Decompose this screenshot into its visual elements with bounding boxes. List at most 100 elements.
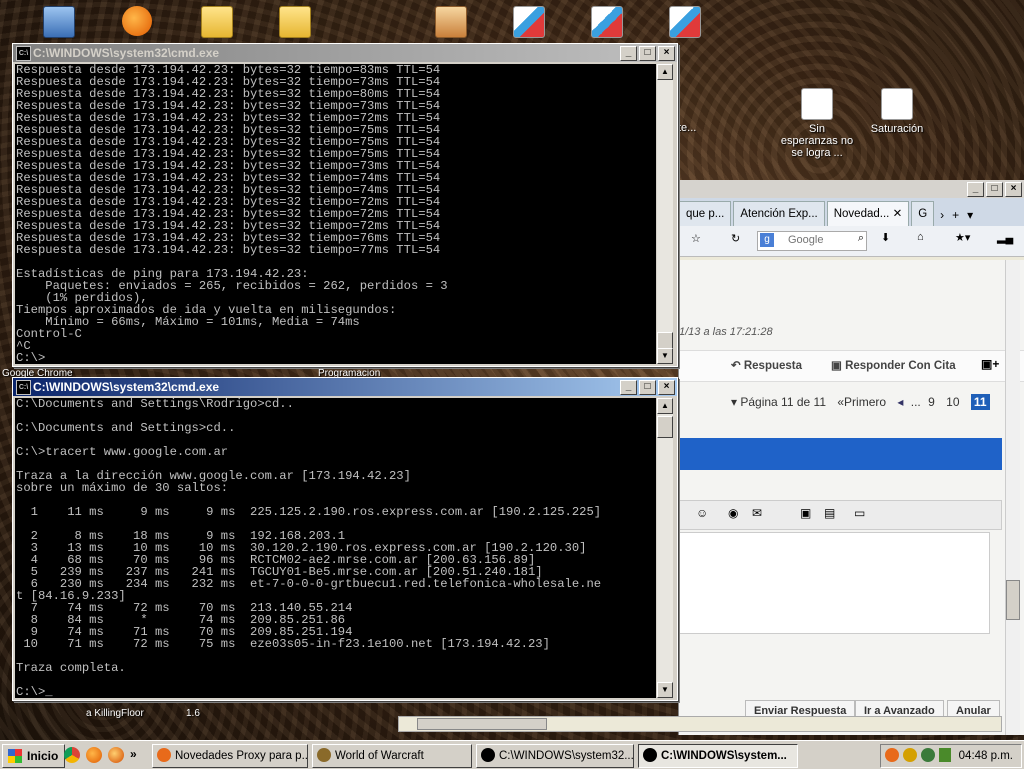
desktop-icon-pc[interactable]	[22, 6, 96, 41]
taskbar: Inicio » Novedades Proxy para p... World …	[0, 740, 1024, 769]
start-button[interactable]: Inicio	[2, 744, 66, 768]
multi-quote-icon[interactable]: ▣+	[981, 357, 999, 371]
cmd-window-tracert-scrollbar[interactable]: ▲ ▼	[657, 398, 673, 698]
taskbar-button[interactable]: Novedades Proxy para p...	[152, 744, 308, 768]
bookmarks-menu-icon[interactable]: ★▾	[955, 231, 970, 244]
reply-label: Respuesta	[743, 360, 803, 372]
firefox-alt-icon[interactable]	[108, 747, 124, 763]
reply-button[interactable]: ↶ Respuesta	[731, 358, 802, 372]
taskbar-button[interactable]: C:\WINDOWS\system32...	[476, 744, 634, 768]
desktop-icon-doc-color[interactable]	[648, 6, 722, 41]
close-button[interactable]: ×	[658, 380, 675, 395]
scroll-up-arrow-icon[interactable]: ▲	[657, 398, 673, 414]
globe-icon[interactable]: ◉	[728, 506, 738, 520]
search-box[interactable]: g ⌕	[757, 231, 867, 251]
tray-icon-4[interactable]	[939, 748, 951, 762]
desktop-icon-doc[interactable]: Saturación	[860, 88, 934, 135]
console-line: Control-C	[16, 327, 82, 341]
minimize-button[interactable]: _	[620, 46, 637, 61]
tab-scroll-right-icon[interactable]: ›	[936, 208, 948, 226]
browser-hscroll-thumb[interactable]	[417, 718, 547, 730]
browser-vertical-scrollbar[interactable]	[1005, 260, 1020, 735]
console-output-ping[interactable]: Respuesta desde 173.194.42.23: bytes=32 …	[15, 64, 656, 364]
tray-icon-2[interactable]	[903, 748, 917, 762]
scroll-up-arrow-icon[interactable]: ▲	[657, 64, 673, 80]
console-output-tracert[interactable]: C:\Documents and Settings\Rodrigo>cd.. C…	[15, 398, 656, 698]
prev-page-icon[interactable]: ◂	[897, 395, 903, 409]
console-line: C:\>_	[16, 685, 53, 698]
desktop-icon-doc-color[interactable]	[570, 6, 644, 41]
tab-list-chevron-down-icon[interactable]: ▾	[963, 208, 977, 226]
smiley-icon[interactable]: ☺	[696, 506, 708, 520]
close-button[interactable]: ×	[658, 46, 675, 61]
quote-icon: ▣	[831, 360, 846, 372]
search-icon[interactable]: ⌕	[858, 232, 864, 245]
desktop-icon-folder[interactable]	[180, 6, 254, 41]
doc-color-icon	[591, 6, 623, 38]
image-icon[interactable]: ▣	[800, 506, 811, 520]
console-line: Traza completa.	[16, 661, 126, 675]
tab-3-active[interactable]: Novedad... ✕	[826, 201, 910, 226]
first-page-link[interactable]: «Primero	[837, 395, 886, 409]
maximize-button[interactable]: □	[639, 46, 656, 61]
home-icon[interactable]: ⌂	[917, 231, 924, 243]
tray-icon-1[interactable]	[885, 748, 899, 762]
cmd-window-ping-title: C:\WINDOWS\system32\cmd.exe	[33, 46, 220, 60]
search-input[interactable]	[786, 233, 850, 247]
cmd-window-tracert-titlebar[interactable]: C:\ C:\WINDOWS\system32\cmd.exe _ □ ×	[13, 378, 677, 396]
scroll-down-arrow-icon[interactable]: ▼	[657, 348, 673, 364]
minimize-button[interactable]: _	[620, 380, 637, 395]
reply-textarea[interactable]	[679, 532, 990, 634]
scroll-down-arrow-icon[interactable]: ▼	[657, 682, 673, 698]
console-icon: C:\	[16, 380, 31, 395]
cmd-window-ping-scrollbar[interactable]: ▲ ▼	[657, 64, 673, 364]
maximize-button[interactable]: □	[639, 380, 656, 395]
tab-2[interactable]: Atención Exp...	[733, 201, 825, 226]
browser-tabs: que p... Atención Exp... Novedad... ✕ G …	[679, 198, 1024, 226]
comment-icon[interactable]: ▭	[854, 506, 865, 520]
maximize-button[interactable]: □	[986, 182, 1003, 197]
media-icon[interactable]: ▤	[824, 506, 835, 520]
taskbar-button[interactable]: World of Warcraft	[312, 744, 472, 768]
doc-icon	[881, 88, 913, 120]
cmd-window-tracert[interactable]: C:\ C:\WINDOWS\system32\cmd.exe _ □ × C:…	[12, 377, 678, 701]
clock[interactable]: 04:48 p.m.	[959, 745, 1013, 767]
page-link-10[interactable]: 10	[946, 395, 959, 409]
close-button[interactable]: ×	[1005, 182, 1022, 197]
firefox-icon[interactable]	[86, 747, 102, 763]
page-link-11-current[interactable]: 11	[970, 394, 990, 410]
first-page-label: Primero	[844, 395, 887, 409]
page-link-9[interactable]: 9	[928, 395, 935, 409]
quote-button[interactable]: ▣ Responder Con Cita	[831, 358, 956, 372]
download-icon[interactable]: ⬇	[881, 231, 890, 244]
browser-scrollbar-thumb[interactable]	[1006, 580, 1020, 620]
console-line: sobre un máximo de 30 saltos:	[16, 481, 229, 495]
console-line: ^C	[16, 339, 31, 353]
folder-icon	[201, 6, 233, 38]
page-dropdown[interactable]: ▾ Página 11 de 11	[731, 395, 826, 409]
cmd-window-ping-buttons: _ □ ×	[620, 46, 675, 61]
desktop-icon-doc-color[interactable]	[492, 6, 566, 41]
tab-close-icon[interactable]: ✕	[893, 208, 903, 220]
desktop-icon-doc[interactable]: Sin esperanzas no se logra ...	[780, 88, 854, 159]
taskbar-button[interactable]: C:\WINDOWS\system...	[638, 744, 798, 768]
quick-launch-chevron-icon[interactable]: »	[130, 747, 137, 763]
cmd-window-ping-titlebar[interactable]: C:\ C:\WINDOWS\system32\cmd.exe _ □ ×	[13, 44, 677, 62]
signal-icon: ▂▄	[997, 232, 1014, 244]
bookmark-star-icon[interactable]: ☆	[691, 232, 701, 245]
mail-icon[interactable]: ✉	[752, 506, 762, 520]
cmd-window-ping[interactable]: C:\ C:\WINDOWS\system32\cmd.exe _ □ × Re…	[12, 43, 678, 367]
desktop-icon-zip[interactable]	[414, 6, 488, 41]
reload-icon[interactable]: ↻	[731, 232, 740, 245]
tab-4[interactable]: G	[911, 201, 935, 226]
chrome-icon[interactable]	[64, 747, 80, 763]
browser-horizontal-scrollbar[interactable]	[398, 716, 1002, 732]
new-tab-icon[interactable]: +	[948, 208, 963, 226]
editor-toolbar: ☺ ◉ ✉ ▣ ▤ ▭	[679, 500, 1002, 530]
desktop-icon-fox[interactable]	[100, 6, 174, 39]
tray-icon-3[interactable]	[921, 748, 935, 762]
tab-1[interactable]: que p...	[679, 201, 732, 226]
desktop-icon-folder[interactable]	[258, 6, 332, 41]
scrollbar-thumb[interactable]	[657, 416, 673, 438]
minimize-button[interactable]: _	[967, 182, 984, 197]
